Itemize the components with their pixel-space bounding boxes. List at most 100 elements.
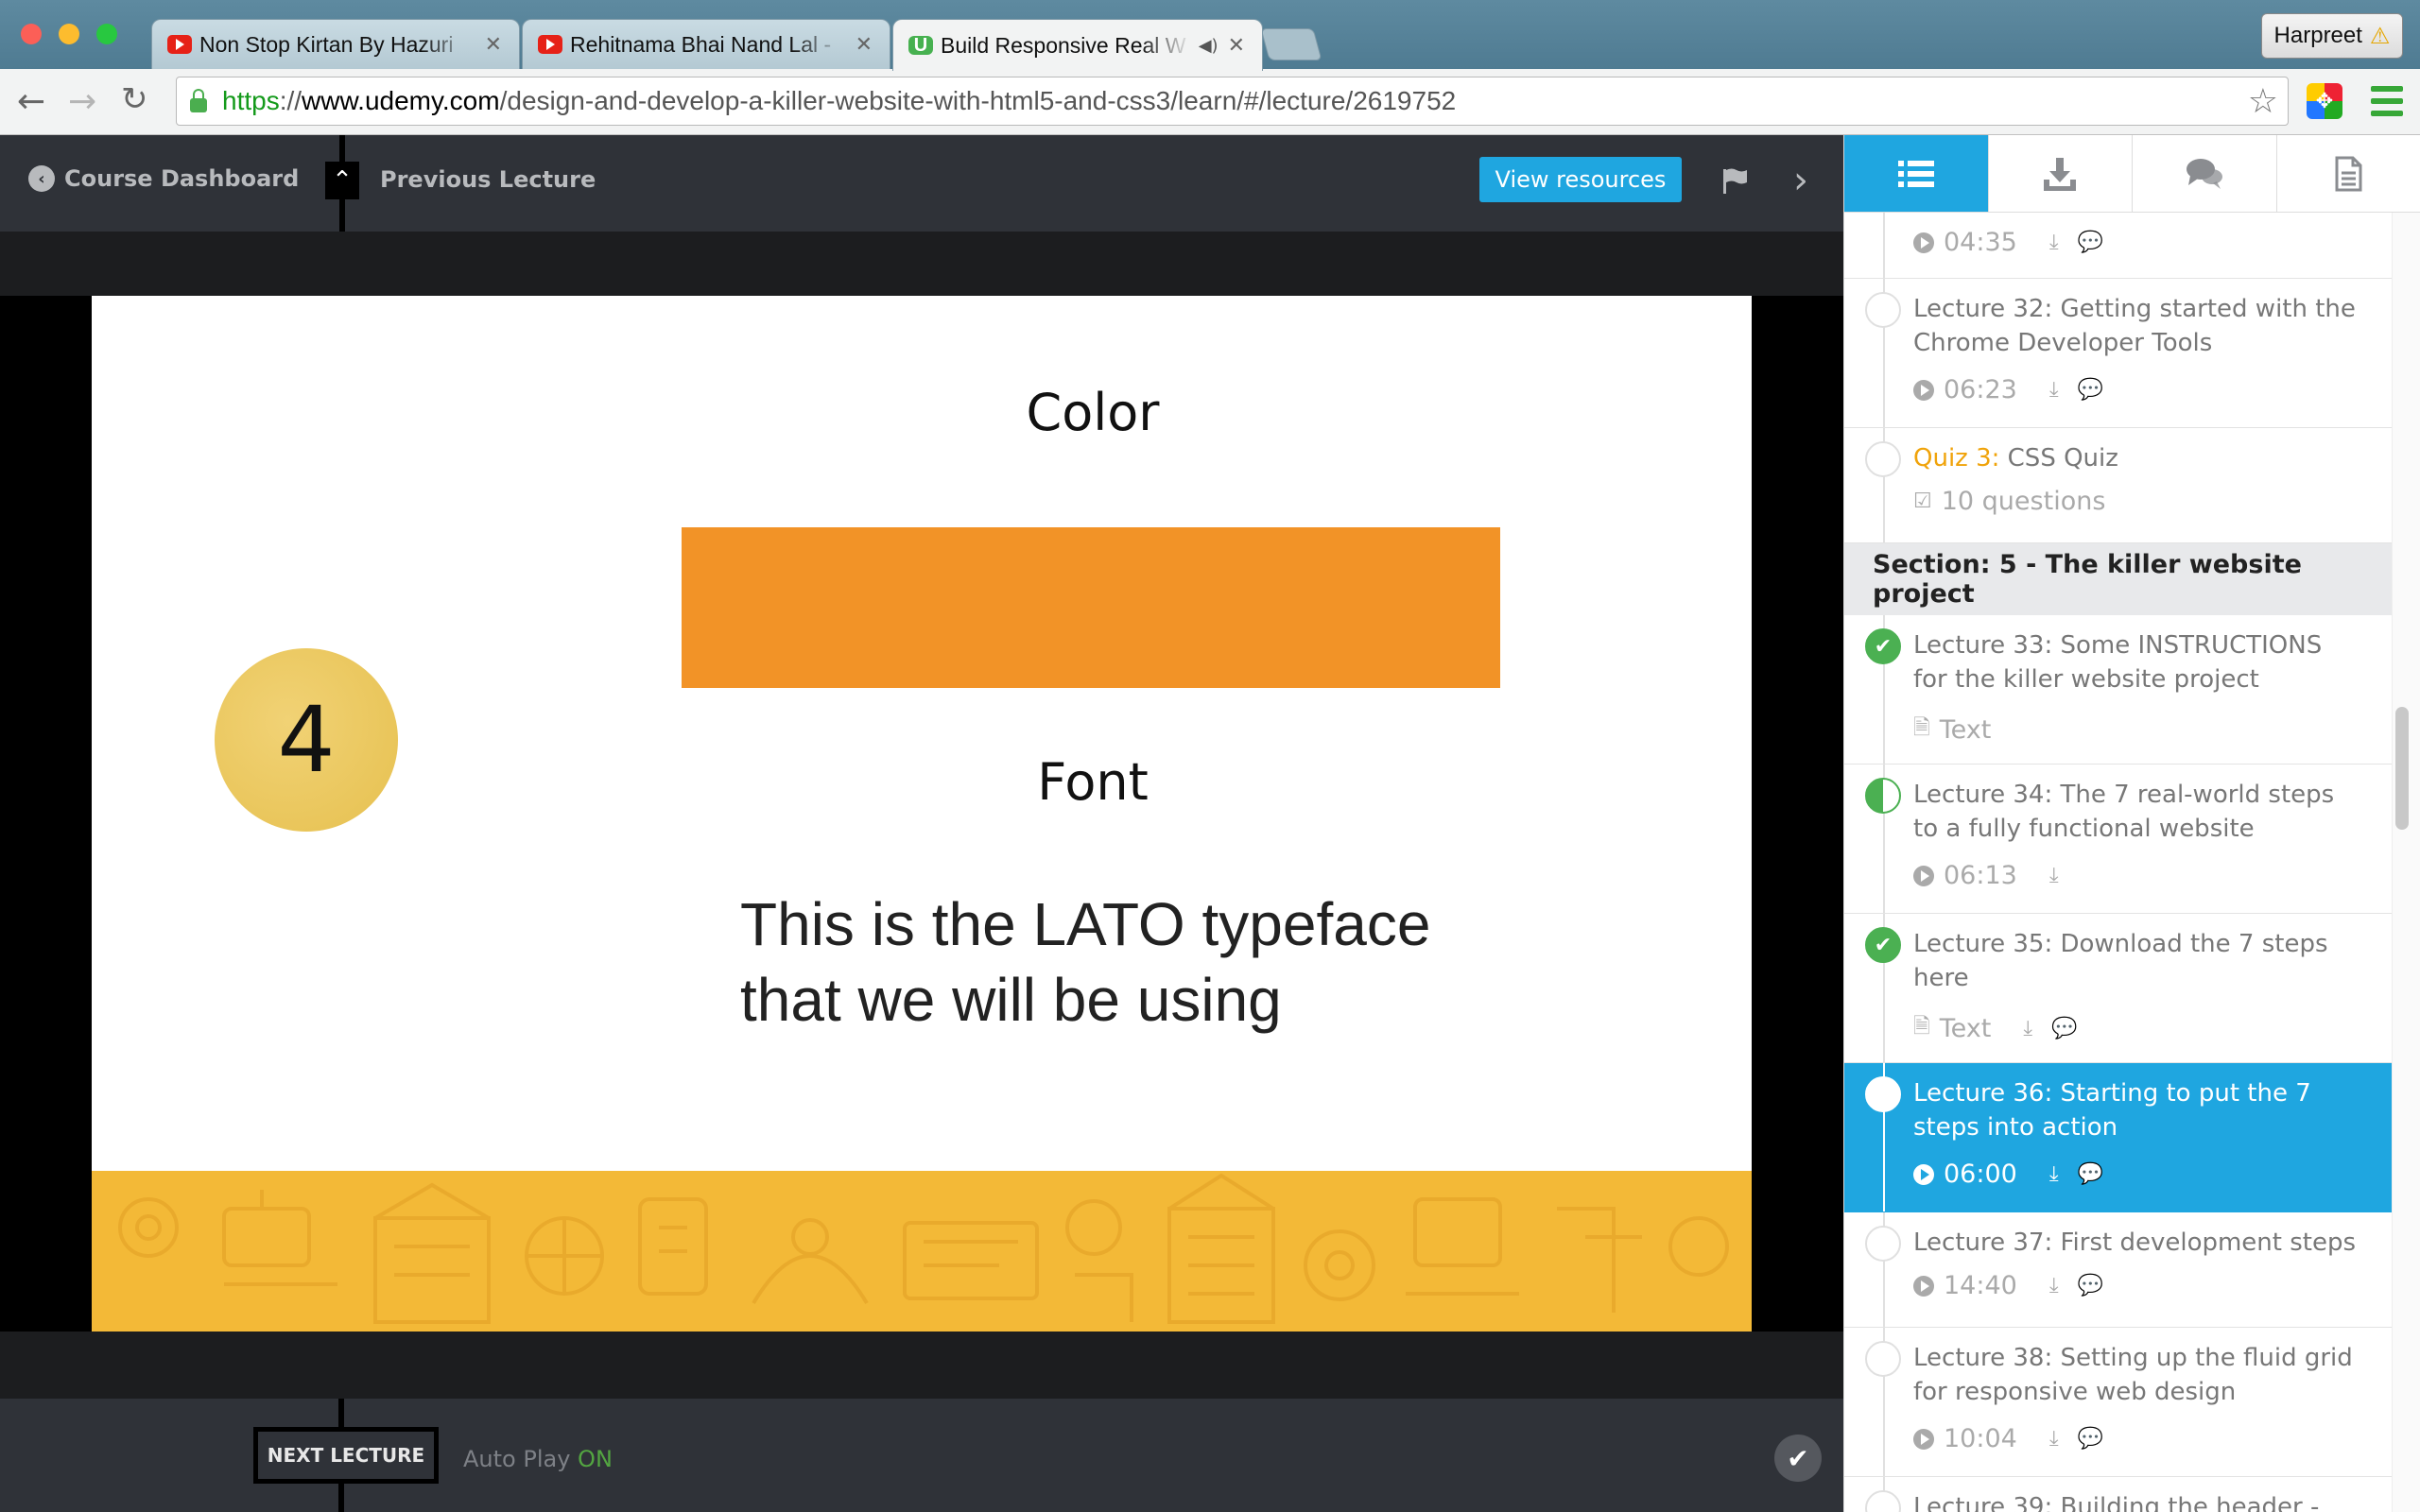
section-header[interactable]: Section: 5 - The killer website project [1844, 543, 2393, 615]
quiz-question-count: 10 questions [1941, 487, 2106, 516]
profile-name: Harpreet [2273, 23, 2362, 48]
close-tab-icon[interactable]: ✕ [1228, 34, 1245, 58]
checkbox-icon: ☑ [1913, 490, 1932, 513]
lecture-title: Lecture 39: Building the header - Part [1913, 1493, 2320, 1512]
bookmark-star-icon[interactable]: ☆ [2248, 81, 2278, 121]
new-tab-button[interactable] [1260, 28, 1322, 60]
download-icon[interactable]: ⤓ [2049, 864, 2059, 887]
comments-icon[interactable]: 💬 [2051, 1017, 2077, 1040]
slide-font-sample: This is the LATO typeface that we will b… [740, 886, 1430, 1038]
view-resources-button[interactable]: View resources [1479, 157, 1682, 202]
lecture-title: Lecture 38: Setting up the fluid grid fo… [1913, 1344, 2353, 1406]
lecture-title: Lecture 36: Starting to put the 7 steps … [1913, 1079, 2311, 1142]
tab-title: Non Stop Kirtan By Hazuri [199, 31, 454, 57]
tab-title: Build Responsive Real W [941, 32, 1186, 58]
menu-icon[interactable] [2371, 86, 2403, 116]
warning-icon: ⚠ [2369, 23, 2391, 49]
url-scheme: https [222, 86, 280, 115]
comments-icon[interactable]: 💬 [2078, 1162, 2103, 1186]
reload-icon[interactable]: ↻ [121, 80, 148, 118]
address-bar[interactable]: https://www.udemy.com/design-and-develop… [176, 77, 2289, 126]
list-item[interactable]: ✔ Lecture 35: Download the 7 steps here … [1844, 914, 2393, 1063]
list-item[interactable]: Lecture 34: The 7 real-world steps to a … [1844, 765, 2393, 914]
lecture-duration: 14:40 [1944, 1271, 2017, 1300]
comments-icon[interactable]: 💬 [2078, 378, 2103, 402]
play-icon [1913, 232, 1934, 253]
browser-toolbar: ← → ↻ https://www.udemy.com/design-and-d… [0, 69, 2420, 135]
comments-icon[interactable]: 💬 [2078, 1427, 2103, 1451]
progress-dot [1865, 441, 1901, 477]
list-item-active[interactable]: Lecture 36: Starting to put the 7 steps … [1844, 1063, 2393, 1212]
autoplay-toggle[interactable]: Auto Play ON [463, 1446, 613, 1472]
youtube-icon [167, 35, 192, 54]
timeline-rail [1883, 213, 1885, 278]
progress-dot [1865, 1341, 1901, 1377]
download-icon[interactable]: ⤓ [2049, 378, 2059, 402]
completed-check-icon[interactable]: ✔ [1865, 927, 1901, 963]
sidebar-tabs [1844, 135, 2420, 213]
course-dashboard-link[interactable]: ‹ Course Dashboard [28, 165, 299, 192]
lecture-type: Text [1939, 1013, 1992, 1043]
list-item[interactable]: 04:35 ⤓ 💬 [1844, 213, 2393, 279]
list-item[interactable]: Quiz 3: CSS Quiz ☑ 10 questions [1844, 428, 2393, 543]
tab-downloads[interactable] [1989, 135, 2133, 212]
speaker-icon[interactable]: ◀) [1199, 36, 1219, 56]
document-icon: 🗎 [1913, 716, 1930, 740]
maximize-window-button[interactable] [96, 24, 117, 44]
download-icon[interactable]: ⤓ [2023, 1017, 2032, 1040]
quiz-title: CSS Quiz [2007, 444, 2118, 472]
lecture-duration: 10:04 [1944, 1424, 2017, 1453]
section-title: Section: 5 - The killer website project [1873, 550, 2302, 609]
font-sample-line: This is the LATO typeface [740, 890, 1431, 958]
download-icon[interactable]: ⤓ [2049, 1427, 2059, 1451]
tab-notes[interactable] [2277, 135, 2420, 212]
browser-tab[interactable]: Non Stop Kirtan By Hazuri ✕ [151, 19, 520, 69]
tab-curriculum[interactable] [1844, 135, 1989, 212]
lecture-type: Text [1939, 714, 1992, 745]
comments-icon[interactable]: 💬 [2078, 1274, 2103, 1297]
slide-color-heading: Color [1026, 383, 1160, 442]
in-progress-icon[interactable] [1865, 778, 1901, 814]
close-window-button[interactable] [21, 24, 42, 44]
chevron-right-icon[interactable]: › [1793, 159, 1808, 202]
completed-check-icon[interactable]: ✔ [1865, 628, 1901, 664]
close-tab-icon[interactable]: ✕ [856, 33, 873, 57]
browser-tab[interactable]: Rehitnama Bhai Nand Lal - ✕ [522, 19, 890, 69]
next-lecture-button[interactable]: NEXT LECTURE [253, 1427, 439, 1484]
list-item[interactable]: ✔ Lecture 33: Some INSTRUCTIONS for the … [1844, 615, 2393, 765]
comments-icon [2186, 158, 2222, 189]
browser-tab-active[interactable]: U Build Responsive Real W ◀) ✕ [892, 19, 1263, 71]
curriculum-list: 04:35 ⤓ 💬 Lecture 32: Getting started wi… [1844, 213, 2393, 1512]
mark-complete-check-icon[interactable]: ✔ [1774, 1435, 1822, 1482]
download-icon[interactable]: ⤓ [2049, 1274, 2059, 1297]
youtube-icon [538, 35, 562, 54]
url-path: /design-and-develop-a-killer-website-wit… [499, 86, 1457, 115]
step-number: 4 [277, 687, 336, 793]
list-item[interactable]: Lecture 39: Building the header - Part [1844, 1477, 2393, 1512]
list-item[interactable]: Lecture 32: Getting started with the Chr… [1844, 279, 2393, 428]
lecture-slide: Color 4 Font This is the LATO typeface t… [92, 296, 1752, 1332]
minimize-window-button[interactable] [59, 24, 79, 44]
tab-discussions[interactable] [2133, 135, 2277, 212]
extension-icon[interactable]: ✥ [2307, 83, 2342, 119]
progress-dot [1865, 292, 1901, 328]
download-icon[interactable]: ⤓ [2049, 1162, 2059, 1186]
forward-arrow-icon[interactable]: → [68, 82, 96, 121]
lecture-duration: 04:35 [1944, 228, 2017, 257]
comments-icon[interactable]: 💬 [2078, 231, 2103, 254]
flag-icon[interactable] [1720, 166, 1749, 195]
chevron-up-icon[interactable]: ⌃ [325, 162, 359, 199]
lecture-duration: 06:00 [1944, 1160, 2017, 1189]
autoplay-label: Auto Play [463, 1446, 571, 1472]
list-item[interactable]: Lecture 37: First development steps 14:4… [1844, 1212, 2393, 1328]
download-icon[interactable]: ⤓ [2049, 231, 2059, 254]
close-tab-icon[interactable]: ✕ [485, 33, 502, 57]
lecture-duration: 06:13 [1944, 861, 2017, 890]
back-arrow-icon[interactable]: ← [17, 82, 45, 121]
previous-lecture-link[interactable]: Previous Lecture [380, 166, 596, 193]
sidebar-scroll-track[interactable] [2392, 213, 2420, 1512]
lecture-title: Lecture 35: Download the 7 steps here [1913, 930, 2328, 992]
profile-button[interactable]: Harpreet ⚠ [2261, 13, 2403, 59]
sidebar-scrollbar-thumb[interactable] [2395, 707, 2409, 830]
list-item[interactable]: Lecture 38: Setting up the fluid grid fo… [1844, 1328, 2393, 1477]
